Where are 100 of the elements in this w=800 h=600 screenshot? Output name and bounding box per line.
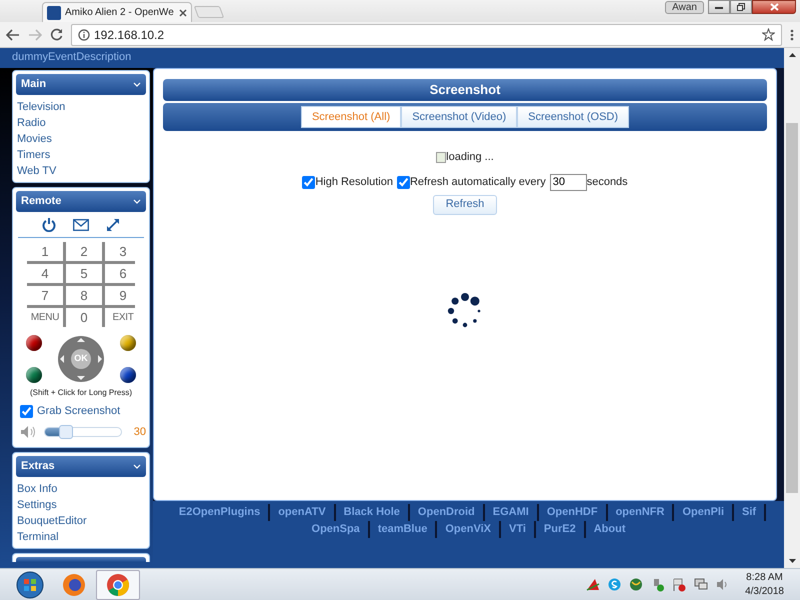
restore-icon xyxy=(737,3,745,11)
forward-icon xyxy=(28,28,42,40)
power-icon[interactable] xyxy=(42,217,56,232)
section-title: Remote xyxy=(21,194,62,210)
envelope-icon[interactable] xyxy=(72,218,89,230)
monitor-icon[interactable] xyxy=(694,578,708,591)
section-title: Extras xyxy=(21,459,55,474)
footer-link[interactable]: Sif xyxy=(734,504,766,521)
flag-icon[interactable] xyxy=(672,578,686,592)
chevron-down-icon[interactable] xyxy=(133,464,141,469)
footer-link[interactable]: OpenSpa xyxy=(304,521,370,538)
globe-icon[interactable] xyxy=(629,578,644,591)
speaker-icon[interactable] xyxy=(716,578,730,591)
footer-link[interactable]: PurE2 xyxy=(536,521,586,538)
refresh-button[interactable]: Refresh xyxy=(432,194,498,214)
sidebar-link[interactable]: Movies xyxy=(16,131,146,147)
remote-key[interactable]: 4 xyxy=(27,264,63,283)
color-key-button[interactable] xyxy=(26,367,42,383)
window-close-button[interactable] xyxy=(752,0,796,14)
tab[interactable]: Screenshot (Video) xyxy=(401,106,518,128)
auto-refresh-checkbox[interactable] xyxy=(396,176,410,188)
sidebar-link[interactable]: Radio xyxy=(16,115,146,131)
remote-key[interactable]: 1 xyxy=(27,242,63,261)
chat-icon[interactable] xyxy=(608,578,622,591)
footer-link[interactable]: About xyxy=(586,521,634,538)
high-resolution-checkbox[interactable] xyxy=(302,176,316,188)
tab-title: Amiko Alien 2 - OpenWe xyxy=(65,6,175,20)
section-title: Main xyxy=(21,77,46,92)
footer-link[interactable]: OpenViX xyxy=(437,521,501,538)
close-icon[interactable] xyxy=(179,8,187,16)
footer-link[interactable]: OpenPli xyxy=(674,504,734,521)
chevron-down-icon[interactable] xyxy=(133,82,141,87)
footer-link[interactable]: EGAMI xyxy=(484,504,539,521)
checkbox-label: Refresh automatically every xyxy=(410,174,546,190)
grab-screenshot-checkbox[interactable] xyxy=(20,404,33,418)
event-description: dummyEventDescription xyxy=(12,51,132,63)
taskbar-app[interactable] xyxy=(96,570,140,600)
tab[interactable]: Screenshot (OSD) xyxy=(517,106,630,128)
footer-link[interactable]: VTi xyxy=(501,521,536,538)
remote-key[interactable]: 7 xyxy=(27,286,63,305)
footer-link[interactable]: Black Hole xyxy=(336,504,410,521)
minimize-icon xyxy=(715,6,723,8)
unit-label: seconds xyxy=(586,174,628,190)
footer-link[interactable]: openNFR xyxy=(608,504,674,521)
footer-link[interactable]: OpenDroid xyxy=(410,504,485,521)
color-key-button[interactable] xyxy=(26,335,42,351)
image-alt-text: loading ... xyxy=(446,150,494,165)
plug-icon[interactable] xyxy=(651,578,664,592)
interval-field[interactable]: 30 xyxy=(550,174,587,190)
speaker-icon[interactable] xyxy=(20,424,36,439)
footer-link[interactable]: E2OpenPlugins xyxy=(170,504,270,521)
footer-link[interactable]: openATV xyxy=(270,504,336,521)
profile-button[interactable]: Awan xyxy=(665,1,704,14)
color-key-button[interactable] xyxy=(120,367,136,383)
star-icon[interactable] xyxy=(762,28,775,41)
sidebar-link[interactable]: Box Info xyxy=(16,481,146,497)
back-icon[interactable] xyxy=(6,28,20,40)
chevron-down-icon[interactable] xyxy=(133,199,141,204)
fox-globe-icon xyxy=(62,572,86,596)
browser-wheel-icon xyxy=(106,572,130,596)
minimize-button[interactable] xyxy=(708,0,730,14)
volume-slider[interactable] xyxy=(44,426,122,437)
triangle-icon[interactable] xyxy=(586,578,600,591)
color-key-button[interactable] xyxy=(120,335,136,351)
favicon-icon xyxy=(47,6,61,20)
checkbox-label: High Resolution xyxy=(315,174,393,190)
clock-date: 4/3/2018 xyxy=(745,584,784,598)
sidebar-link[interactable]: Settings xyxy=(16,497,146,513)
address-bar[interactable]: 192.168.10.2 xyxy=(71,24,782,46)
slider-thumb[interactable] xyxy=(59,424,74,439)
volume-reading: 30 xyxy=(134,424,146,440)
scroll-down-icon[interactable] xyxy=(788,559,796,563)
scroll-up-icon[interactable] xyxy=(788,53,796,57)
sidebar-link[interactable]: Timers xyxy=(16,147,146,163)
remote-key[interactable]: 0 xyxy=(66,308,102,327)
remote-key[interactable]: 2 xyxy=(66,242,102,261)
browser-tab[interactable]: Amiko Alien 2 - OpenWe xyxy=(42,2,192,22)
section-header[interactable]: Extras xyxy=(16,456,146,477)
close-icon xyxy=(770,3,778,11)
sidebar-link[interactable]: BouquetEditor xyxy=(16,513,146,529)
kebab-menu-icon[interactable] xyxy=(790,28,794,40)
remote-key[interactable]: MENU xyxy=(27,308,63,327)
footer-link[interactable]: teamBlue xyxy=(370,521,438,538)
info-icon[interactable] xyxy=(78,28,90,40)
sidebar-link[interactable]: Television xyxy=(16,99,146,115)
scrollbar[interactable] xyxy=(784,48,800,568)
sidebar-link[interactable]: Web TV xyxy=(16,163,146,179)
reload-icon[interactable] xyxy=(50,28,63,41)
section-header[interactable]: Main xyxy=(16,74,146,95)
section-header[interactable]: Remote xyxy=(16,191,146,212)
remote-key[interactable]: 5 xyxy=(66,264,102,283)
expand-arrows-icon[interactable] xyxy=(106,218,120,232)
scrollbar-thumb[interactable] xyxy=(786,123,798,493)
sidebar-link[interactable]: Terminal xyxy=(16,529,146,545)
clock-time: 8:28 AM xyxy=(745,570,784,584)
footer-link[interactable]: OpenHDF xyxy=(538,504,608,521)
url-text: 192.168.10.2 xyxy=(94,26,166,44)
remote-key[interactable]: 8 xyxy=(66,286,102,305)
restore-button[interactable] xyxy=(730,0,752,14)
tab[interactable]: Screenshot (All) xyxy=(300,106,402,128)
